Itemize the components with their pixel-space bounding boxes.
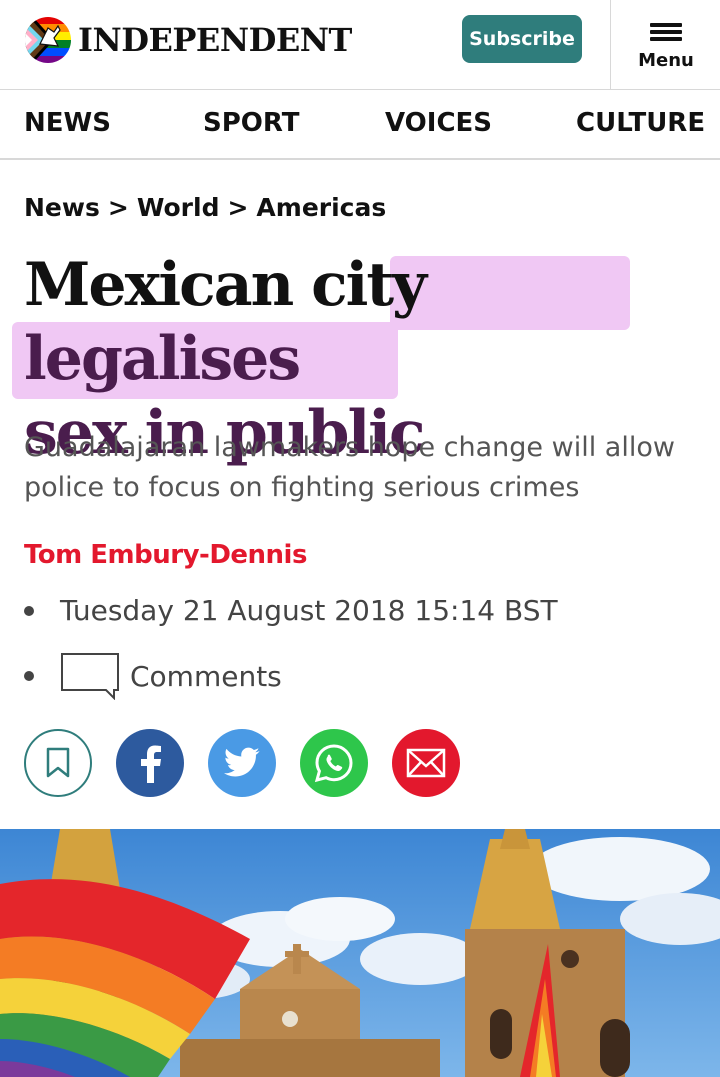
nav-item-news[interactable]: NEWS (24, 108, 111, 138)
breadcrumb-news[interactable]: News (24, 193, 100, 222)
comments-row[interactable]: Comments (24, 652, 282, 700)
email-icon (406, 748, 446, 778)
whatsapp-icon (314, 744, 353, 783)
article-standfirst: Guadalajaran lawmakers hope change will … (24, 432, 675, 503)
breadcrumb-separator: > (227, 193, 249, 222)
subscribe-button[interactable]: Subscribe (462, 15, 582, 63)
hero-image (0, 829, 720, 1077)
nav-item-voices[interactable]: VOICES (385, 108, 492, 138)
site-header: INDEPENDENT Subscribe Menu (0, 0, 720, 90)
twitter-icon (223, 747, 260, 777)
comment-icon (61, 653, 119, 700)
headline-text: Mexican city (24, 250, 427, 320)
facebook-share-button[interactable] (116, 729, 184, 797)
nav-item-culture[interactable]: CULTURE (576, 108, 705, 138)
hamburger-icon (650, 20, 682, 44)
menu-button[interactable]: Menu (612, 0, 720, 90)
email-share-button[interactable] (392, 729, 460, 797)
brand-name: INDEPENDENT (78, 21, 352, 59)
whatsapp-share-button[interactable] (300, 729, 368, 797)
bullet (24, 671, 34, 681)
breadcrumb: News > World > Americas (24, 193, 386, 222)
menu-label: Menu (638, 49, 694, 71)
date-row: Tuesday 21 August 2018 15:14 BST (24, 594, 558, 627)
breadcrumb-americas[interactable]: Americas (256, 193, 386, 222)
breadcrumb-world[interactable]: World (137, 193, 220, 222)
bookmark-button[interactable] (24, 729, 92, 797)
site-logo[interactable]: INDEPENDENT (24, 16, 352, 64)
section-nav: NEWS SPORT VOICES CULTURE (0, 91, 720, 160)
facebook-icon (141, 745, 161, 783)
publish-date: Tuesday 21 August 2018 15:14 BST (60, 594, 558, 627)
nav-item-sport[interactable]: SPORT (203, 108, 299, 138)
bookmark-icon (46, 747, 70, 778)
headline-highlighted-text: legalises (24, 324, 301, 394)
twitter-share-button[interactable] (208, 729, 276, 797)
progress-flag-logo-icon (25, 17, 71, 63)
cathedral-rainbow-flag-photo (0, 829, 720, 1077)
author-link[interactable]: Tom Embury-Dennis (24, 540, 307, 570)
breadcrumb-separator: > (107, 193, 129, 222)
divider (610, 0, 611, 90)
bullet (24, 605, 34, 616)
comments-label: Comments (130, 659, 282, 693)
